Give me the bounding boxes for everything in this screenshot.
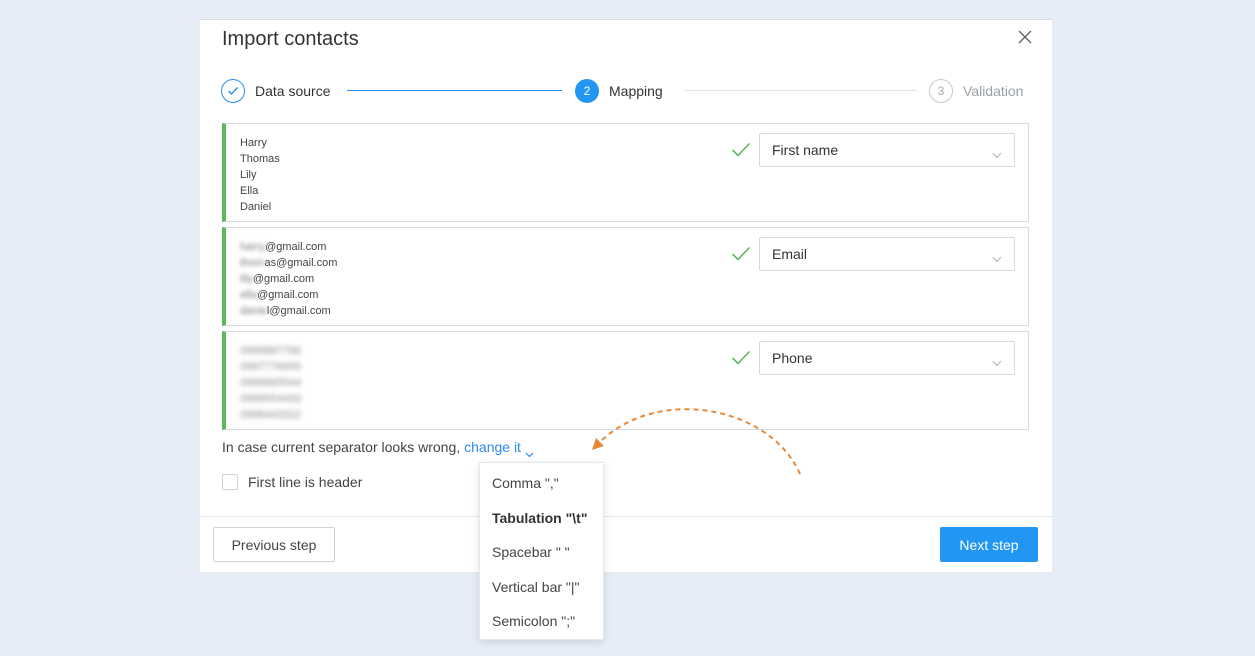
sample-value: Ella [240, 185, 259, 197]
step-mapping: 2 Mapping [575, 78, 663, 104]
separator-option-spacebar[interactable]: Spacebar " " [480, 535, 603, 570]
field-select-value: First name [772, 142, 839, 158]
change-separator-link[interactable]: change it [464, 439, 534, 458]
separator-prompt: In case current separator looks wrong, [222, 439, 461, 455]
checkmark-icon [731, 350, 751, 366]
blurred-text: harry [240, 241, 266, 253]
separator-option-comma[interactable]: Comma "," [480, 466, 603, 501]
dialog-header: Import contacts [200, 20, 1052, 60]
checkmark-icon [731, 246, 751, 262]
separator-hint: In case current separator looks wrong, ch… [222, 439, 534, 458]
blurred-text: danie [240, 305, 267, 317]
blurred-text: 0999887766 [240, 345, 302, 357]
mapping-row-first-name: Harry Thomas Lily Ella Daniel First name [222, 123, 1029, 222]
sample-value: 0998443322 [240, 407, 301, 423]
chevron-down-icon [992, 146, 1002, 159]
check-circle-icon [221, 79, 245, 103]
chevron-down-icon [992, 354, 1002, 367]
chevron-down-icon [992, 250, 1002, 263]
field-select-value: Email [772, 246, 808, 262]
blurred-text: 0997776655 [240, 361, 302, 373]
separator-option-vertical-bar[interactable]: Vertical bar "|" [480, 570, 603, 605]
column-sample-values: harry@gmail.com thomas@gmail.com lily@gm… [240, 239, 337, 319]
blurred-text: 0999554433 [240, 393, 302, 405]
step-connector [684, 90, 917, 91]
first-line-header-checkbox[interactable] [222, 474, 238, 490]
blurred-text: lily [240, 273, 253, 285]
step-connector [347, 90, 562, 91]
step-label: Validation [963, 83, 1024, 99]
sample-value: lily@gmail.com [240, 273, 315, 285]
sample-value: 0999887766 [240, 343, 301, 359]
field-select-first-name[interactable]: First name [759, 133, 1015, 167]
column-sample-values: Harry Thomas Lily Ella Daniel [240, 135, 280, 215]
sample-value: Lily [240, 169, 257, 181]
next-step-button[interactable]: Next step [940, 527, 1038, 562]
sample-value: daniel@gmail.com [240, 305, 331, 317]
separator-dropdown-menu: Comma "," Tabulation "\t" Spacebar " " V… [479, 462, 604, 640]
checkbox-label: First line is header [248, 474, 363, 490]
close-icon[interactable] [1016, 28, 1034, 46]
mapping-row-email: harry@gmail.com thomas@gmail.com lily@gm… [222, 227, 1029, 326]
footer-divider [200, 516, 1052, 517]
step-label: Mapping [609, 83, 663, 99]
import-stepper: Data source 2 Mapping 3 Validation [221, 78, 1029, 104]
sample-value: Thomas [240, 153, 280, 165]
import-contacts-dialog: Import contacts Data source 2 Mapping 3 … [200, 19, 1052, 572]
field-select-phone[interactable]: Phone [759, 341, 1015, 375]
field-select-value: Phone [772, 350, 813, 366]
blurred-text: 0998443322 [240, 409, 302, 421]
separator-option-tabulation[interactable]: Tabulation "\t" [480, 501, 603, 536]
column-sample-values: 0999887766 0997776655 0999665544 0999554… [240, 343, 301, 423]
sample-value: thomas@gmail.com [240, 257, 338, 269]
step-data-source: Data source [221, 78, 330, 104]
step-number: 2 [575, 79, 599, 103]
blurred-text: 0999665544 [240, 377, 302, 389]
sample-value: harry@gmail.com [240, 241, 327, 253]
sample-value: ella@gmail.com [240, 289, 319, 301]
step-number: 3 [929, 79, 953, 103]
mapping-row-phone: 0999887766 0997776655 0999665544 0999554… [222, 331, 1029, 430]
checkmark-icon [731, 142, 751, 158]
blurred-text: ella [240, 289, 258, 301]
previous-step-button[interactable]: Previous step [213, 527, 335, 562]
sample-value: 0999554433 [240, 391, 301, 407]
first-line-header-option: First line is header [222, 473, 362, 491]
field-select-email[interactable]: Email [759, 237, 1015, 271]
step-label: Data source [255, 83, 331, 99]
sample-value: 0997776655 [240, 359, 301, 375]
sample-value: 0999665544 [240, 375, 301, 391]
blurred-text: thom [240, 257, 265, 269]
chevron-down-icon [525, 445, 534, 458]
sample-value: Harry [240, 137, 267, 149]
dialog-title: Import contacts [222, 28, 359, 50]
step-validation: 3 Validation [929, 78, 1023, 104]
separator-option-semicolon[interactable]: Semicolon ";" [480, 604, 603, 639]
sample-value: Daniel [240, 201, 272, 213]
